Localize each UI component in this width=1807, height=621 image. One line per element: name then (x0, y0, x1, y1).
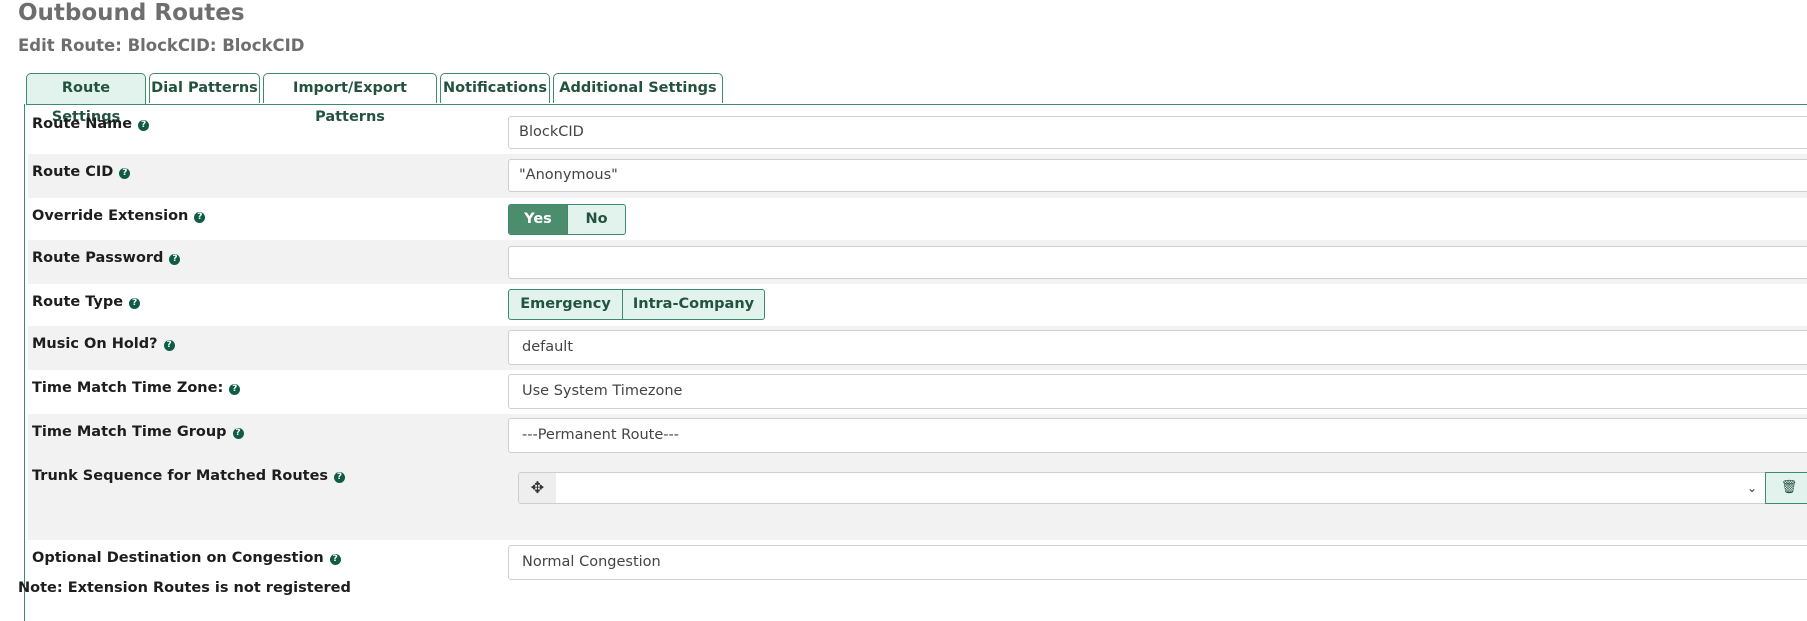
help-icon[interactable]: ? (334, 472, 346, 483)
congestion-select[interactable]: Normal Congestion⌄ (508, 545, 1807, 580)
route-name-row: Route Name? BlockCID (28, 106, 1807, 149)
route-type-emergency-button[interactable]: Emergency (508, 289, 623, 320)
route-type-label: Route Type? (32, 294, 141, 310)
route-cid-input[interactable]: "Anonymous" (508, 159, 1807, 192)
help-icon[interactable]: ? (232, 428, 244, 439)
content-border (24, 104, 25, 621)
registration-note: Note: Extension Routes is not registered (18, 580, 351, 596)
override-extension-no-button[interactable]: No (568, 204, 626, 235)
help-icon[interactable]: ? (129, 298, 141, 309)
route-password-input[interactable] (508, 246, 1807, 279)
trunk-select[interactable]: ⌄ (556, 472, 1766, 504)
help-icon[interactable]: ? (119, 168, 131, 179)
page-subtitle: Edit Route: BlockCID: BlockCID (18, 36, 305, 55)
override-extension-toggle: Yes No (508, 204, 626, 235)
route-name-input[interactable]: BlockCID (508, 116, 1807, 149)
tab-notifications[interactable]: Notifications (440, 73, 550, 103)
music-on-hold-select[interactable]: default⌄ (508, 330, 1807, 365)
route-name-label: Route Name? (32, 116, 150, 132)
override-extension-row: Override Extension? Yes No (28, 198, 1807, 240)
help-icon[interactable]: ? (194, 212, 206, 223)
trunk-sequence-label: Trunk Sequence for Matched Routes? (32, 468, 346, 484)
page-title: Outbound Routes (18, 0, 245, 26)
help-icon[interactable]: ? (229, 384, 241, 395)
time-zone-row: Time Match Time Zone:? Use System Timezo… (28, 370, 1807, 414)
help-icon[interactable]: ? (163, 340, 175, 351)
override-extension-yes-button[interactable]: Yes (508, 204, 568, 235)
time-group-label: Time Match Time Group? (32, 424, 244, 440)
congestion-row: Optional Destination on Congestion? Norm… (28, 540, 1807, 584)
route-type-intra-company-button[interactable]: Intra-Company (623, 289, 765, 320)
tab-import-export-patterns[interactable]: Import/Export Patterns (263, 73, 437, 125)
tab-route-settings[interactable]: Route Settings (26, 73, 146, 125)
trunk-sequence-row: Trunk Sequence for Matched Routes? ✥ ⌄ 🗑 (28, 458, 1807, 540)
override-extension-label: Override Extension? (32, 208, 206, 224)
trash-icon[interactable]: 🗑 (1765, 472, 1807, 504)
time-group-select[interactable]: ---Permanent Route---⌄ (508, 418, 1807, 453)
move-icon[interactable]: ✥ (518, 472, 557, 504)
congestion-label: Optional Destination on Congestion? (32, 550, 341, 566)
help-icon[interactable]: ? (329, 554, 341, 565)
time-zone-label: Time Match Time Zone:? (32, 380, 241, 396)
route-cid-row: Route CID? "Anonymous" (28, 154, 1807, 198)
music-on-hold-row: Music On Hold?? default⌄ (28, 326, 1807, 370)
time-group-row: Time Match Time Group? ---Permanent Rout… (28, 414, 1807, 458)
route-password-label: Route Password? (32, 250, 181, 266)
chevron-down-icon: ⌄ (1746, 481, 1757, 495)
route-type-toggle: Emergency Intra-Company (508, 289, 765, 320)
route-cid-label: Route CID? (32, 164, 131, 180)
help-icon[interactable]: ? (169, 254, 181, 265)
time-zone-select[interactable]: Use System Timezone▼ (508, 374, 1807, 409)
tab-dial-patterns[interactable]: Dial Patterns (149, 73, 260, 103)
help-icon[interactable]: ? (138, 120, 150, 131)
route-type-row: Route Type? Emergency Intra-Company (28, 284, 1807, 326)
tab-divider (26, 104, 1807, 105)
music-on-hold-label: Music On Hold?? (32, 336, 175, 352)
tab-additional-settings[interactable]: Additional Settings (553, 73, 723, 103)
route-password-row: Route Password? (28, 240, 1807, 284)
